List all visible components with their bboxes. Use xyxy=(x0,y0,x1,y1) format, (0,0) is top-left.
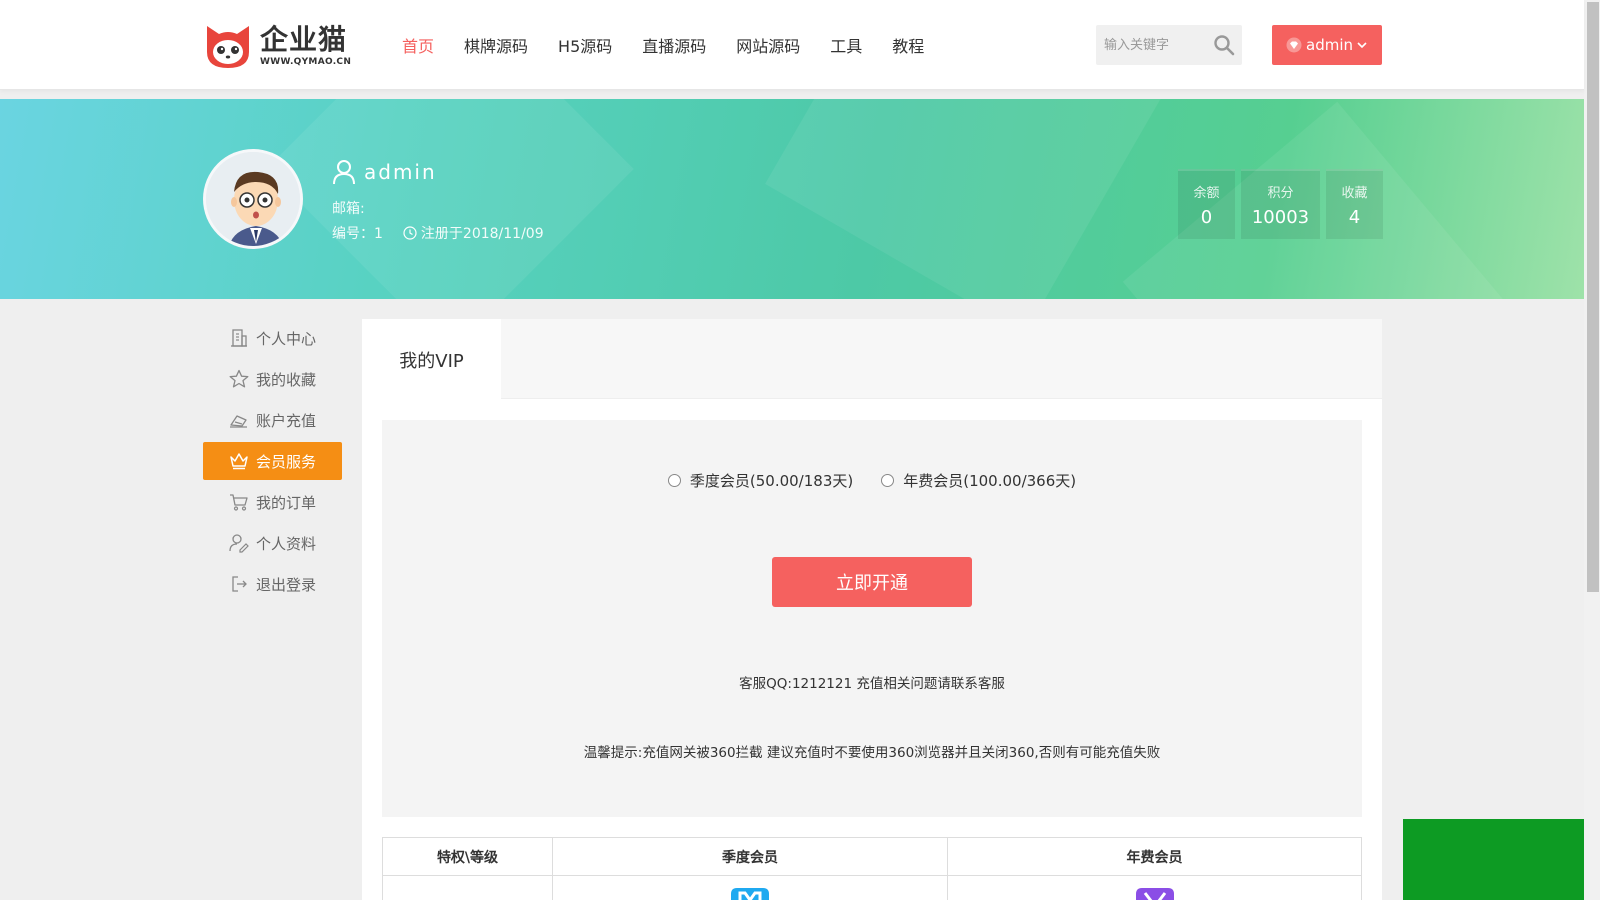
tab-my-vip[interactable]: 我的VIP xyxy=(362,319,501,400)
user-edit-icon xyxy=(229,534,249,553)
stat-value: 0 xyxy=(1200,207,1213,228)
column-header: 年费会员 xyxy=(947,837,1362,876)
sidebar-item-orders[interactable]: 我的订单 xyxy=(203,483,342,521)
nav-item-website-source[interactable]: 网站源码 xyxy=(736,33,800,57)
stat-value: 4 xyxy=(1348,207,1361,228)
stat-points: 积分 10003 xyxy=(1241,169,1320,239)
logo-subtext: WWW.QYMAO.CN xyxy=(260,57,352,67)
stat-value: 10003 xyxy=(1251,207,1310,228)
column-header: 特权\等级 xyxy=(382,837,553,876)
sidebar-item-label: 会员服务 xyxy=(255,452,316,471)
sidebar-item-label: 个人中心 xyxy=(255,329,316,348)
table-cell xyxy=(552,875,948,900)
profile-id: 编号：1 xyxy=(332,226,383,242)
profile-email: 邮箱: xyxy=(332,201,365,217)
radio-button[interactable] xyxy=(881,474,895,487)
warning-tip-text: 温馨提示:充值网关被360拦截 建议充值时不要使用360浏览器并且关闭360,否… xyxy=(583,745,1161,761)
diamond-icon xyxy=(1286,37,1302,53)
account-sidebar: 个人中心 我的收藏 账户充值 会员服务 我的订单 个人资料 退出登录 xyxy=(203,319,342,606)
user-menu-button[interactable]: admin xyxy=(1272,25,1382,65)
sidebar-item-membership[interactable]: 会员服务 xyxy=(203,442,342,480)
top-header: 企业猫 WWW.QYMAO.CN 首页 棋牌源码 H5源码 直播源码 网站源码 … xyxy=(0,0,1584,90)
nav-item-tutorials[interactable]: 教程 xyxy=(892,33,924,57)
profile-meta: 编号：1 注册于2018/11/09 xyxy=(332,223,544,243)
sidebar-item-personal-center[interactable]: 个人中心 xyxy=(203,319,342,357)
cartoon-avatar-icon xyxy=(206,152,300,246)
sidebar-item-label: 退出登录 xyxy=(255,575,316,594)
table-row xyxy=(382,875,1362,900)
user-avatar[interactable] xyxy=(203,149,303,249)
privilege-table: 特权\等级 季度会员 年费会员 xyxy=(382,837,1362,900)
activate-now-button[interactable]: 立即开通 xyxy=(772,557,972,607)
stat-label: 收藏 xyxy=(1341,186,1368,201)
tab-bar: 我的VIP xyxy=(362,319,1382,400)
yearly-vip-badge-icon xyxy=(1135,888,1174,900)
user-menu-label: admin xyxy=(1306,36,1353,54)
stat-favorites: 收藏 4 xyxy=(1326,169,1383,239)
profile-registered: 注册于2018/11/09 xyxy=(420,226,544,242)
support-qq-text: 客服QQ:1212121 充值相关问题请联系客服 xyxy=(739,676,1005,692)
clock-icon xyxy=(403,226,417,240)
option-yearly[interactable]: 年费会员(100.00/366天) xyxy=(881,470,1076,491)
recharge-icon xyxy=(229,415,247,428)
logout-icon xyxy=(232,576,247,592)
table-cell xyxy=(382,875,553,900)
crown-icon xyxy=(230,453,248,470)
building-icon xyxy=(230,329,247,347)
star-icon xyxy=(229,369,249,388)
sidebar-item-profile[interactable]: 个人资料 xyxy=(203,524,342,562)
option-label: 年费会员(100.00/366天) xyxy=(903,472,1077,490)
membership-options: 季度会员(50.00/183天) 年费会员(100.00/366天) xyxy=(382,470,1362,491)
scrollbar-thumb[interactable] xyxy=(1587,2,1599,592)
sidebar-item-label: 个人资料 xyxy=(255,534,316,553)
vertical-scrollbar[interactable] xyxy=(1584,0,1600,900)
search-box xyxy=(1096,25,1242,65)
cat-logo-icon xyxy=(207,26,249,68)
banner-decoration xyxy=(266,99,634,299)
search-icon[interactable] xyxy=(1213,34,1235,56)
main-content: 我的VIP 季度会员(50.00/183天) 年费会员(100.00/366天)… xyxy=(362,319,1382,900)
nav-item-home[interactable]: 首页 xyxy=(402,33,434,57)
chevron-down-icon xyxy=(1357,42,1367,49)
stat-label: 积分 xyxy=(1267,186,1294,201)
main-nav: 首页 棋牌源码 H5源码 直播源码 网站源码 工具 教程 xyxy=(402,0,954,90)
sidebar-item-label: 账户充值 xyxy=(255,411,316,430)
quarterly-vip-badge-icon xyxy=(731,888,769,900)
sidebar-item-label: 我的收藏 xyxy=(255,370,316,389)
profile-banner: admin 邮箱: 编号：1 注册于2018/11/09 余额 0 积分 100… xyxy=(0,99,1584,299)
user-icon xyxy=(333,160,355,185)
stat-balance: 余额 0 xyxy=(1178,169,1235,239)
cart-icon xyxy=(229,494,248,511)
stat-label: 余额 xyxy=(1193,186,1220,201)
nav-item-live-source[interactable]: 直播源码 xyxy=(642,33,706,57)
table-cell xyxy=(947,875,1362,900)
banner-decoration xyxy=(765,99,1175,299)
logo-text: 企业猫 xyxy=(260,23,348,56)
site-logo[interactable]: 企业猫 WWW.QYMAO.CN xyxy=(203,22,353,70)
sidebar-item-favorites[interactable]: 我的收藏 xyxy=(203,360,342,398)
floating-green-block xyxy=(1403,819,1584,900)
option-quarterly[interactable]: 季度会员(50.00/183天) xyxy=(667,470,854,491)
nav-item-tools[interactable]: 工具 xyxy=(830,33,862,57)
profile-username: admin xyxy=(364,160,437,184)
search-input[interactable] xyxy=(1096,25,1206,65)
nav-item-chess-source[interactable]: 棋牌源码 xyxy=(464,33,528,57)
sidebar-item-recharge[interactable]: 账户充值 xyxy=(203,401,342,439)
nav-item-h5-source[interactable]: H5源码 xyxy=(558,33,612,57)
username-row: admin xyxy=(332,159,437,185)
radio-button[interactable] xyxy=(667,474,681,487)
sidebar-item-label: 我的订单 xyxy=(255,493,316,512)
vip-purchase-panel: 季度会员(50.00/183天) 年费会员(100.00/366天) 立即开通 … xyxy=(382,420,1362,817)
option-label: 季度会员(50.00/183天) xyxy=(689,472,854,490)
table-header-row: 特权\等级 季度会员 年费会员 xyxy=(382,837,1362,876)
column-header: 季度会员 xyxy=(552,837,948,876)
sidebar-item-logout[interactable]: 退出登录 xyxy=(203,565,342,603)
profile-stats: 余额 0 积分 10003 收藏 4 xyxy=(1178,169,1383,239)
